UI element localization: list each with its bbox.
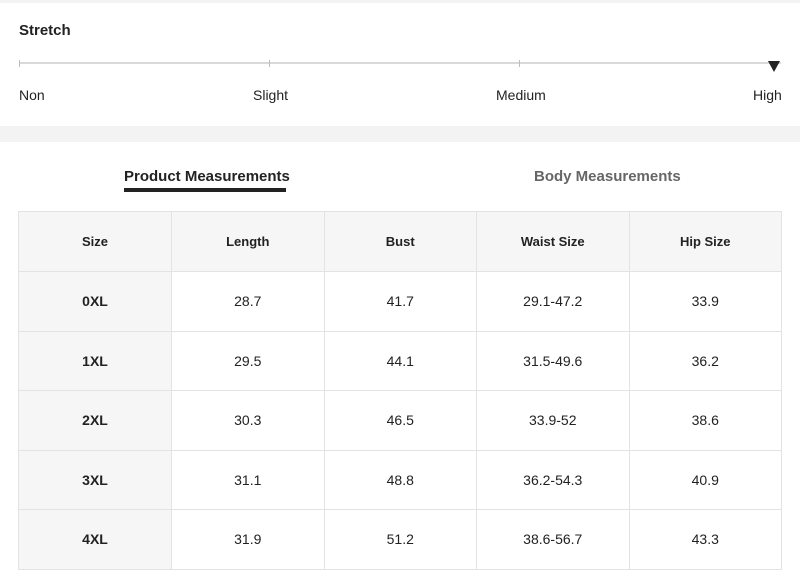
section-divider [0,126,800,142]
stretch-label-slight: Slight [253,87,289,103]
stretch-title: Stretch [19,22,71,39]
stretch-tick-slight [269,60,270,67]
hip-cell: 38.6 [628,390,782,451]
waist-cell: 29.1-47.2 [476,271,630,332]
size-cell: 1XL [18,330,172,391]
waist-cell: 31.5-49.6 [476,330,630,391]
table-row: 4XL 31.9 51.2 38.6-56.7 43.3 [18,509,782,570]
bust-cell: 44.1 [323,330,477,391]
stretch-tick-non [19,60,20,67]
table-row: 0XL 28.7 41.7 29.1-47.2 33.9 [18,271,782,332]
length-cell: 31.9 [171,509,325,570]
header-bust: Bust [323,211,477,272]
header-length: Length [171,211,325,272]
header-hip-size: Hip Size [628,211,782,272]
waist-cell: 38.6-56.7 [476,509,630,570]
length-cell: 29.5 [171,330,325,391]
table-header-row: Size Length Bust Waist Size Hip Size [18,211,782,272]
table-row: 3XL 31.1 48.8 36.2-54.3 40.9 [18,449,782,510]
table-row: 1XL 29.5 44.1 31.5-49.6 36.2 [18,330,782,391]
bust-cell: 46.5 [323,390,477,451]
size-cell: 0XL [18,271,172,332]
length-cell: 30.3 [171,390,325,451]
active-tab-indicator [124,188,286,192]
bust-cell: 51.2 [323,509,477,570]
stretch-tick-medium [519,60,520,67]
header-waist-size: Waist Size [476,211,630,272]
waist-cell: 36.2-54.3 [476,449,630,510]
stretch-label-non: Non [19,87,45,103]
size-cell: 4XL [18,509,172,570]
hip-cell: 43.3 [628,509,782,570]
stretch-label-medium: Medium [496,87,546,103]
table-row: 2XL 30.3 46.5 33.9-52 38.6 [18,390,782,451]
triangle-down-icon [768,61,780,72]
tab-body-measurements[interactable]: Body Measurements [534,168,681,185]
hip-cell: 40.9 [628,449,782,510]
stretch-scale-line [19,62,781,64]
header-size: Size [18,211,172,272]
stretch-section: Stretch Non Slight Medium High [0,0,800,123]
bust-cell: 41.7 [323,271,477,332]
waist-cell: 33.9-52 [476,390,630,451]
length-cell: 28.7 [171,271,325,332]
hip-cell: 36.2 [628,330,782,391]
stretch-label-high: High [753,87,782,103]
length-cell: 31.1 [171,449,325,510]
hip-cell: 33.9 [628,271,782,332]
size-cell: 2XL [18,390,172,451]
size-chart-table: Size Length Bust Waist Size Hip Size 0XL… [18,211,782,570]
bust-cell: 48.8 [323,449,477,510]
tab-product-measurements[interactable]: Product Measurements [124,168,290,185]
size-cell: 3XL [18,449,172,510]
